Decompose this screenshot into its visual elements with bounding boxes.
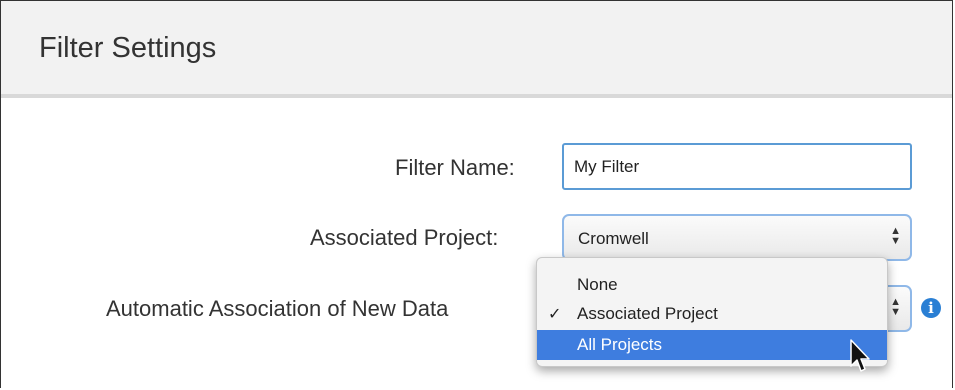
up-down-arrows-icon: ▲ ▼	[890, 296, 901, 318]
mouse-pointer-icon	[850, 339, 870, 372]
panel-header: Filter Settings	[1, 1, 952, 98]
automatic-association-dropdown: None ✓ Associated Project All Projects	[536, 257, 888, 367]
automatic-association-label: Automatic Association of New Data	[106, 296, 449, 321]
dropdown-option-all-projects[interactable]: All Projects	[537, 330, 887, 360]
checkmark-icon: ✓	[548, 306, 562, 323]
up-down-arrows-icon: ▲ ▼	[890, 225, 901, 247]
filter-name-input[interactable]	[562, 143, 912, 190]
associated-project-select[interactable]: Cromwell ▲ ▼	[562, 214, 912, 261]
dropdown-option-none[interactable]: None	[537, 270, 887, 300]
associated-project-value: Cromwell	[578, 229, 649, 248]
filter-name-label: Filter Name:	[395, 155, 515, 180]
filter-settings-panel: Filter Settings Filter Name: Associated …	[0, 0, 953, 388]
panel-title: Filter Settings	[39, 32, 217, 64]
info-icon[interactable]: i	[921, 298, 941, 318]
dropdown-option-associated-project[interactable]: ✓ Associated Project	[537, 299, 887, 329]
associated-project-label: Associated Project:	[310, 225, 499, 250]
